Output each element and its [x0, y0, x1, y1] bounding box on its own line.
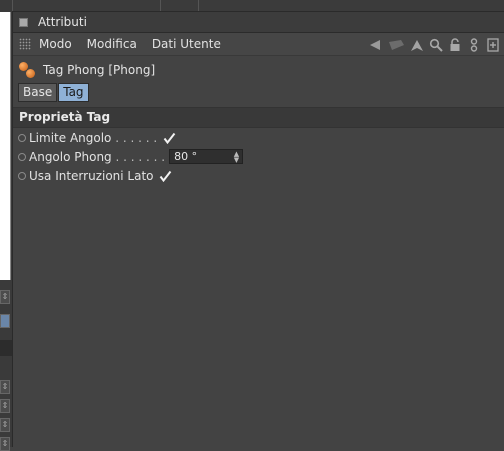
new-panel-icon[interactable] [486, 38, 500, 52]
property-label: Limite Angolo [29, 130, 112, 145]
menu-modo[interactable]: Modo [39, 37, 72, 51]
link-icon[interactable] [467, 38, 481, 52]
angolo-phong-value: 80 ° [174, 150, 198, 163]
lock-icon[interactable] [448, 38, 462, 52]
edit-icon[interactable] [0, 314, 10, 328]
left-panel-edge: ⇕ ⇕ ⇕ ⇕ ⇕ [0, 0, 12, 451]
checkmark-icon [163, 132, 175, 144]
spinner-arrows-icon[interactable]: ⇕ [0, 399, 10, 413]
property-row-limite-angolo: Limite Angolo . . . . . . [13, 128, 504, 147]
property-dots: . . . . . . [111, 130, 158, 145]
viewport-edge [0, 12, 11, 280]
panel-grip-icon[interactable] [19, 17, 28, 27]
property-row-angolo-phong: Angolo Phong . . . . . . . 80 ° ▲ ▼ [13, 147, 504, 166]
spinner-arrows-icon[interactable]: ⇕ [0, 437, 10, 451]
limite-angolo-checkbox[interactable] [162, 131, 176, 145]
panel-divider [0, 340, 12, 356]
spinner-arrows-icon[interactable]: ⇕ [0, 418, 10, 432]
tab-base[interactable]: Base [18, 83, 58, 102]
property-row-usa-interruzioni-lato: Usa Interruzioni Lato [13, 166, 504, 185]
angolo-phong-input[interactable]: 80 ° ▲ ▼ [169, 149, 244, 164]
checkmark-icon [159, 170, 172, 182]
arrow-up-icon[interactable] [410, 38, 424, 52]
arrow-left-icon[interactable] [368, 38, 382, 52]
tab-tag[interactable]: Tag [58, 83, 89, 102]
object-name: Tag Phong [Phong] [43, 63, 156, 77]
panel-title: Attributi [38, 15, 87, 29]
spinner-arrows-icon[interactable]: ⇕ [0, 290, 10, 304]
phong-tag-icon [19, 62, 35, 78]
object-header: Tag Phong [Phong] [13, 57, 504, 83]
spinner-arrows-icon[interactable]: ⇕ [0, 380, 10, 394]
tab-bar: Base Tag [13, 83, 504, 102]
property-label: Usa Interruzioni Lato [29, 168, 154, 183]
section-title[interactable]: Proprietà Tag [13, 107, 504, 128]
top-panel-edge [12, 0, 504, 12]
search-icon[interactable] [429, 38, 443, 52]
toolbar [368, 34, 500, 56]
menu-dati-utente[interactable]: Dati Utente [152, 37, 221, 51]
menu-modifica[interactable]: Modifica [87, 37, 137, 51]
property-dots: . . . . . . . [111, 149, 166, 164]
spinner-arrows-icon[interactable]: ▲ ▼ [234, 150, 239, 163]
animation-dot-icon[interactable] [18, 133, 26, 142]
panel-menu-grip-icon[interactable] [19, 38, 31, 50]
animation-dot-icon[interactable] [18, 152, 26, 161]
arrow-right-icon[interactable] [387, 38, 405, 52]
panel-title-bar[interactable]: Attributi [13, 12, 504, 33]
property-label: Angolo Phong [29, 149, 112, 164]
usa-interruzioni-lato-checkbox[interactable] [159, 169, 173, 183]
animation-dot-icon[interactable] [18, 171, 26, 180]
attributes-panel: Attributi Modo Modifica Dati Utente Tag … [12, 12, 504, 447]
